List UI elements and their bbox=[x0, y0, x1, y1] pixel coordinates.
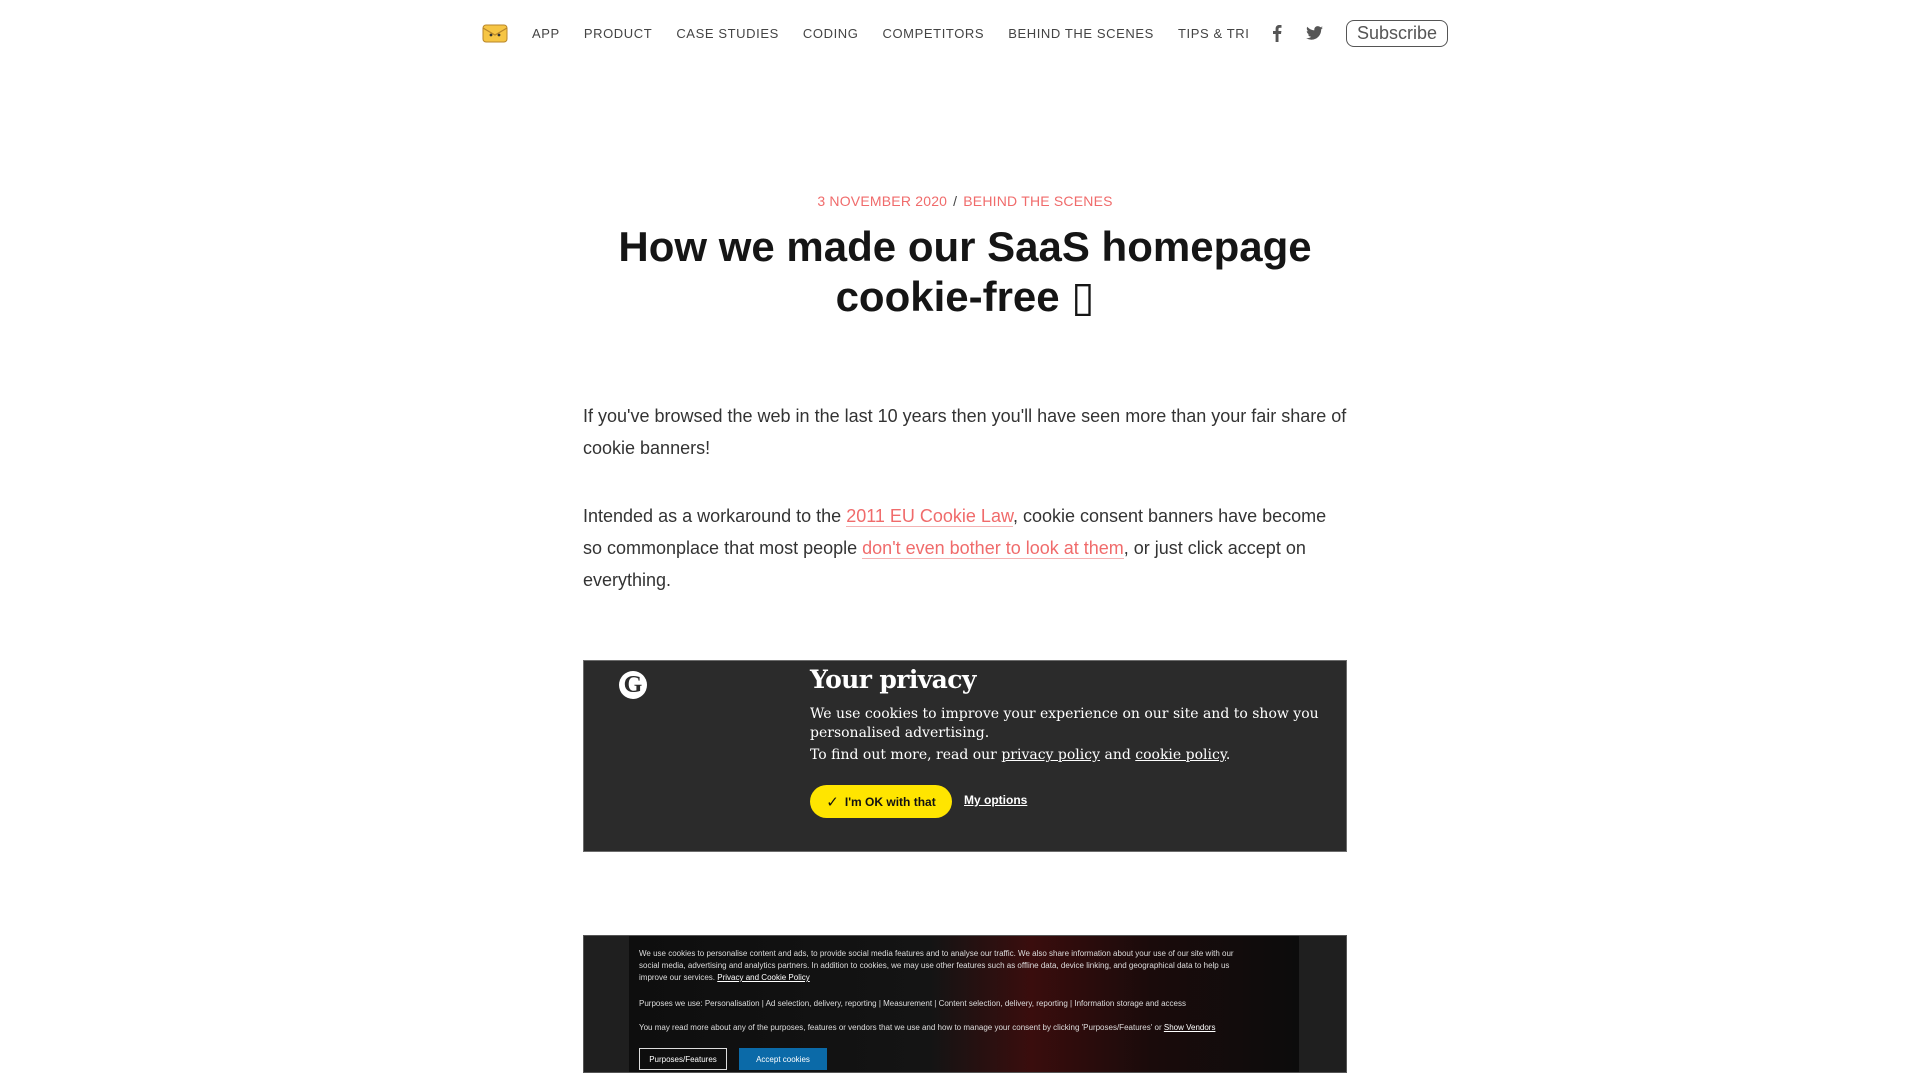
post-title: How we made our SaaS homepage cookie-fre… bbox=[618, 223, 1312, 320]
dont-bother-link[interactable]: don't even bother to look at them bbox=[862, 538, 1124, 559]
post-category-link[interactable]: BEHIND THE SCENES bbox=[963, 193, 1112, 209]
article-body: If you've browsed the web in the last 10… bbox=[583, 400, 1348, 632]
post-date: 3 NOVEMBER 2020 bbox=[817, 193, 948, 209]
eu-cookie-law-link[interactable]: 2011 EU Cookie Law bbox=[846, 506, 1013, 527]
nav-item-tips-tricks[interactable]: TIPS & TRICKS bbox=[1178, 26, 1248, 41]
cookie-policy-link: cookie policy bbox=[1135, 747, 1226, 763]
privacy-text-2: To find out more, read our privacy polic… bbox=[810, 747, 1330, 763]
post-meta: 3 NOVEMBER 2020 / BEHIND THE SCENES bbox=[0, 193, 1920, 209]
ok-with-that-button: ✓ I'm OK with that bbox=[810, 785, 952, 818]
banner-2-text-1: We use cookies to personalise content an… bbox=[639, 948, 1249, 984]
paragraph-2-text-a: Intended as a workaround to the bbox=[583, 506, 847, 526]
show-vendors-link: Show Vendors bbox=[1163, 1023, 1216, 1032]
privacy-period: . bbox=[1225, 747, 1231, 763]
banner-2-text-3-body: You may read more about any of the purpo… bbox=[639, 1023, 1162, 1032]
subscribe-button[interactable]: Subscribe bbox=[1345, 19, 1448, 47]
guardian-logo-icon: G bbox=[619, 671, 647, 699]
checkmark-icon: ✓ bbox=[826, 793, 839, 811]
privacy-text: We use cookies to improve your experienc… bbox=[810, 706, 1319, 741]
ok-button-label: I'm OK with that bbox=[844, 794, 936, 809]
top-navigation: APP PRODUCT CASE STUDIES CODING COMPETIT… bbox=[482, 16, 1448, 50]
site-logo-icon[interactable] bbox=[482, 22, 508, 44]
second-cookie-banner-image: We use cookies to personalise content an… bbox=[583, 935, 1347, 1073]
paragraph-2: Intended as a workaround to the 2011 EU … bbox=[583, 500, 1348, 596]
paragraph-1: If you've browsed the web in the last 10… bbox=[583, 406, 1347, 458]
nav-item-coding[interactable]: CODING bbox=[803, 26, 859, 41]
banner-2-text-2: Purposes we use: Personalisation | Ad se… bbox=[639, 999, 1186, 1008]
my-options-link: My options bbox=[964, 793, 1028, 807]
privacy-policy-link: privacy policy bbox=[1001, 747, 1101, 763]
nav-item-competitors[interactable]: COMPETITORS bbox=[882, 26, 984, 41]
banner-2-policy-link: Privacy and Cookie Policy bbox=[717, 973, 810, 982]
privacy-title: Your privacy bbox=[810, 665, 976, 694]
facebook-icon[interactable] bbox=[1268, 24, 1286, 42]
accept-cookies-button: Accept cookies bbox=[739, 1048, 827, 1070]
banner-2-text-3: You may read more about any of the purpo… bbox=[639, 1022, 1249, 1034]
privacy-and: and bbox=[1100, 747, 1136, 763]
nav-item-case-studies[interactable]: CASE STUDIES bbox=[676, 26, 779, 41]
nav-item-product[interactable]: PRODUCT bbox=[584, 26, 652, 41]
guardian-privacy-banner-image: G Your privacy We use cookies to improve… bbox=[583, 660, 1347, 852]
purposes-features-button: Purposes/Features bbox=[639, 1048, 727, 1070]
social-links bbox=[1268, 24, 1344, 42]
nav-item-app[interactable]: APP bbox=[532, 26, 560, 41]
meta-separator: / bbox=[953, 193, 958, 209]
twitter-icon[interactable] bbox=[1306, 24, 1324, 42]
nav-item-behind-the-scenes[interactable]: BEHIND THE SCENES bbox=[1008, 26, 1154, 41]
privacy-text-2-lead: To find out more, read our bbox=[810, 747, 1002, 763]
